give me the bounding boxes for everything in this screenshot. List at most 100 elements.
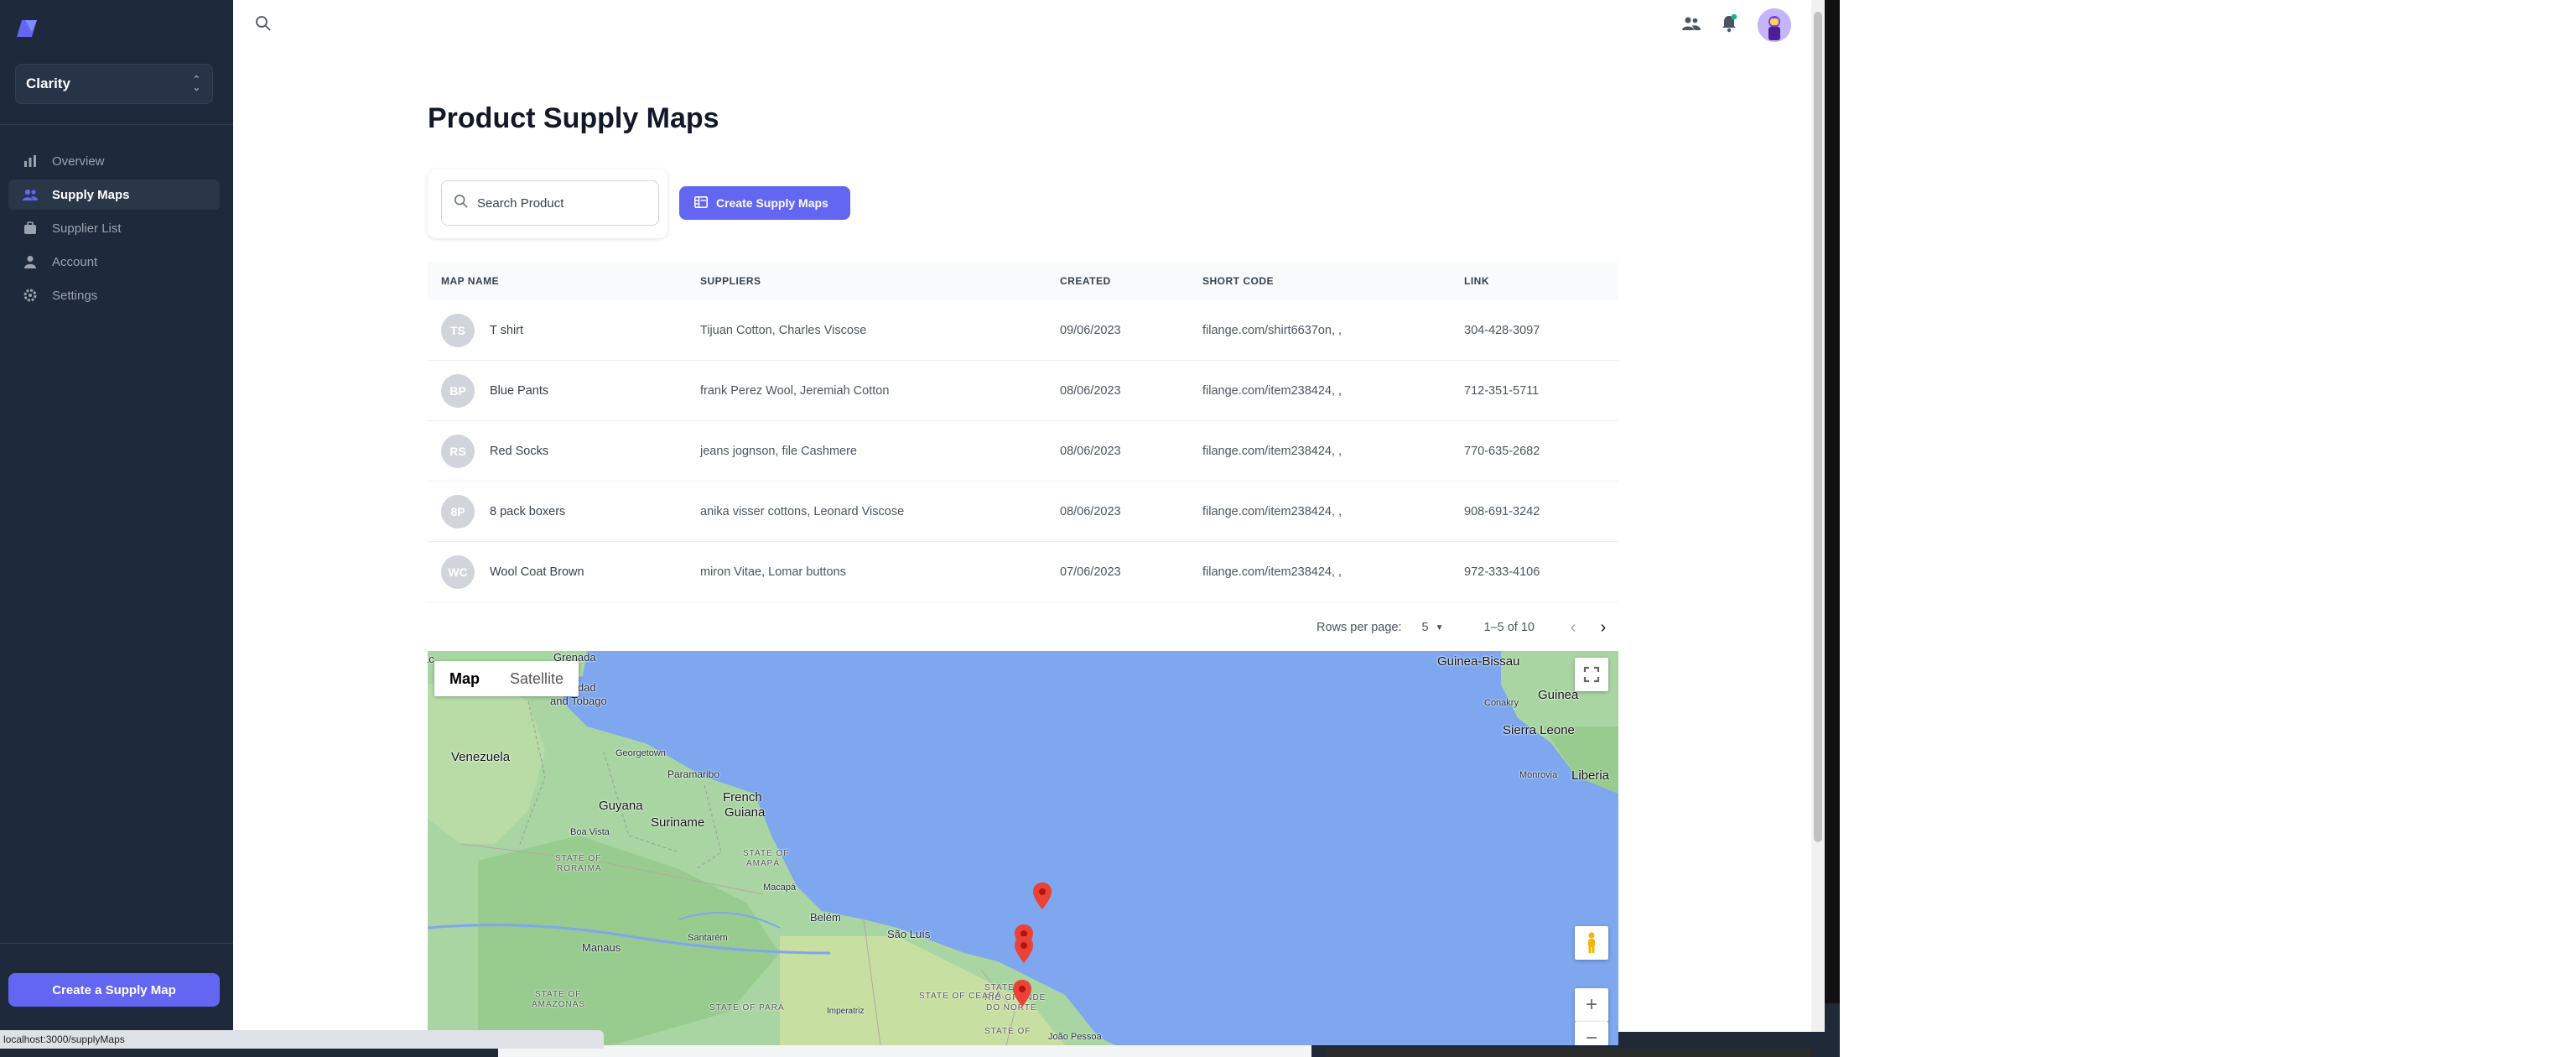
gear-icon: [22, 287, 39, 304]
map-name-cell: TS T shirt: [441, 313, 524, 347]
rows-per-page-select[interactable]: 5 ▼: [1422, 621, 1444, 634]
table-row[interactable]: 8P 8 pack boxers anika visser cottons, L…: [428, 482, 1618, 542]
short-code-cell[interactable]: filange.com/item238424, ,: [1202, 565, 1342, 579]
table-row[interactable]: RS Red Socks jeans jognson, file Cashmer…: [428, 421, 1618, 482]
link-cell[interactable]: 770-635-2682: [1464, 445, 1540, 458]
pagination-range: 1–5 of 10: [1483, 621, 1535, 634]
short-code-cell[interactable]: filange.com/item238424, ,: [1202, 445, 1342, 458]
sidebar-item-label: Overview: [52, 154, 105, 169]
map-label-pb: STATE OF: [984, 1027, 1031, 1036]
map-marker-icon[interactable]: [1015, 936, 1033, 963]
avatar: TS: [441, 313, 475, 347]
app-logo-icon[interactable]: [15, 17, 39, 40]
create-supply-maps-label: Create Supply Maps: [716, 196, 828, 210]
map-label-guyana: Guyana: [599, 799, 643, 813]
sidebar-item-supply-maps[interactable]: Supply Maps: [8, 180, 220, 210]
map-label-manaus: Manaus: [582, 941, 621, 954]
column-header-short-code[interactable]: SHORT CODE: [1202, 275, 1274, 287]
link-cell[interactable]: 712-351-5711: [1464, 384, 1539, 398]
map-type-map-button[interactable]: Map: [434, 661, 495, 696]
map-label-ac: ac: [428, 653, 434, 665]
map-label-amazonas-1: STATE OF: [535, 990, 582, 999]
map-label-french: French: [723, 790, 762, 804]
table-row[interactable]: TS T shirt Tijuan Cotton, Charles Viscos…: [428, 300, 1618, 361]
suppliers-cell: anika visser cottons, Leonard Viscose: [700, 504, 905, 518]
sidebar-item-label: Account: [52, 254, 98, 269]
link-cell[interactable]: 972-333-4106: [1464, 565, 1540, 579]
supply-map[interactable]: ac Grenada idad and Tobago Venezuela Geo…: [428, 651, 1618, 1045]
blank-area: [1840, 0, 2576, 1057]
rows-per-page-value: 5: [1421, 621, 1429, 634]
sidebar-item-label: Supplier List: [52, 221, 122, 236]
map-label-paramaribo: Paramaribo: [667, 768, 720, 780]
column-header-map-name[interactable]: MAP NAME: [441, 275, 499, 287]
map-label-para: STATE OF PARÁ: [709, 1003, 785, 1013]
map-label-belem: Belém: [810, 911, 841, 924]
map-label-amapa-2: AMAPÁ: [746, 859, 781, 868]
column-header-created[interactable]: CREATED: [1060, 275, 1111, 287]
zoom-out-icon[interactable]: −: [1575, 1022, 1608, 1045]
map-name: Red Socks: [490, 444, 549, 458]
page-scrollbar[interactable]: [1811, 0, 1825, 1032]
fullscreen-icon[interactable]: [1575, 658, 1608, 691]
street-view-pegman-icon[interactable]: [1575, 926, 1608, 960]
map-label-santarem: Santarém: [688, 933, 728, 943]
sidebar-item-supplier-list[interactable]: Supplier List: [8, 213, 220, 243]
link-cell[interactable]: 304-428-3097: [1464, 324, 1540, 337]
map-label-amapa-1: STATE OF: [743, 849, 790, 858]
create-supply-map-button[interactable]: Create a Supply Map: [8, 973, 220, 1007]
map-label-suriname: Suriname: [651, 815, 705, 830]
map-name-cell: WC Wool Coat Brown: [441, 555, 584, 589]
scrollbar-thumb[interactable]: [1814, 12, 1822, 842]
map-name: Blue Pants: [490, 383, 549, 398]
sidebar-item-label: Supply Maps: [52, 187, 130, 202]
sidebar: Clarity ⌃ ⌄ Overview Supply Maps Supplie…: [0, 0, 233, 1032]
contacts-icon[interactable]: [1682, 16, 1701, 35]
notifications-bell-icon[interactable]: [1721, 13, 1737, 37]
user-avatar[interactable]: [1758, 8, 1791, 42]
sidebar-item-overview[interactable]: Overview: [8, 146, 220, 176]
table-row[interactable]: WC Wool Coat Brown miron Vitae, Lomar bu…: [428, 542, 1618, 602]
avatar: RS: [441, 434, 475, 468]
sidebar-item-account[interactable]: Account: [8, 247, 220, 277]
workspace-selector[interactable]: Clarity ⌃ ⌄: [15, 64, 213, 104]
column-header-suppliers[interactable]: SUPPLIERS: [700, 275, 761, 287]
short-code-cell[interactable]: filange.com/shirt6637on, ,: [1202, 324, 1342, 337]
previous-page-icon[interactable]: ‹: [1558, 612, 1588, 643]
supply-maps-table: MAP NAME SUPPLIERS CREATED SHORT CODE LI…: [428, 262, 1618, 637]
map-name: T shirt: [490, 323, 524, 337]
table-row[interactable]: BP Blue Pants frank Perez Wool, Jeremiah…: [428, 361, 1618, 421]
map-name: 8 pack boxers: [490, 504, 566, 518]
short-code-cell[interactable]: filange.com/item238424, ,: [1202, 384, 1342, 398]
link-cell[interactable]: 908-691-3242: [1464, 505, 1540, 518]
sidebar-item-label: Settings: [52, 288, 98, 303]
search-product-input[interactable]: [477, 195, 636, 211]
rows-per-page-label: Rows per page:: [1316, 621, 1402, 634]
map-name-cell: 8P 8 pack boxers: [441, 494, 566, 528]
avatar: 8P: [441, 494, 475, 528]
created-cell: 09/06/2023: [1060, 323, 1121, 337]
map-label-guinea-bissau: Guinea-Bissau: [1437, 654, 1520, 669]
map-marker-icon[interactable]: [1033, 883, 1052, 909]
created-cell: 07/06/2023: [1060, 565, 1121, 579]
map-label-georgetown: Georgetown: [615, 748, 666, 758]
map-label-venezuela: Venezuela: [451, 750, 511, 764]
short-code-cell[interactable]: filange.com/item238424, ,: [1202, 505, 1342, 518]
map-marker-icon[interactable]: [1013, 980, 1031, 1007]
map-type-satellite-button[interactable]: Satellite: [495, 661, 579, 696]
map-label-boa-vista: Boa Vista: [570, 827, 610, 837]
suppliers-cell: miron Vitae, Lomar buttons: [700, 565, 846, 579]
search-product-field[interactable]: [441, 180, 659, 226]
main-content: Product Supply Maps Create Supply Maps M…: [233, 0, 1811, 1045]
column-header-link[interactable]: LINK: [1464, 275, 1489, 287]
next-page-icon[interactable]: ›: [1588, 612, 1618, 643]
map-label-macapa: Macapá: [763, 883, 797, 893]
zoom-in-icon[interactable]: +: [1575, 988, 1608, 1022]
map-label-guiana: Guiana: [724, 805, 766, 820]
avatar: WC: [441, 555, 475, 589]
create-supply-maps-button[interactable]: Create Supply Maps: [679, 186, 850, 220]
table-pagination: Rows per page: 5 ▼ 1–5 of 10 ‹ ›: [428, 612, 1618, 643]
sidebar-item-settings[interactable]: Settings: [8, 280, 220, 310]
search-icon[interactable]: [255, 15, 272, 36]
map-name-cell: BP Blue Pants: [441, 373, 549, 408]
